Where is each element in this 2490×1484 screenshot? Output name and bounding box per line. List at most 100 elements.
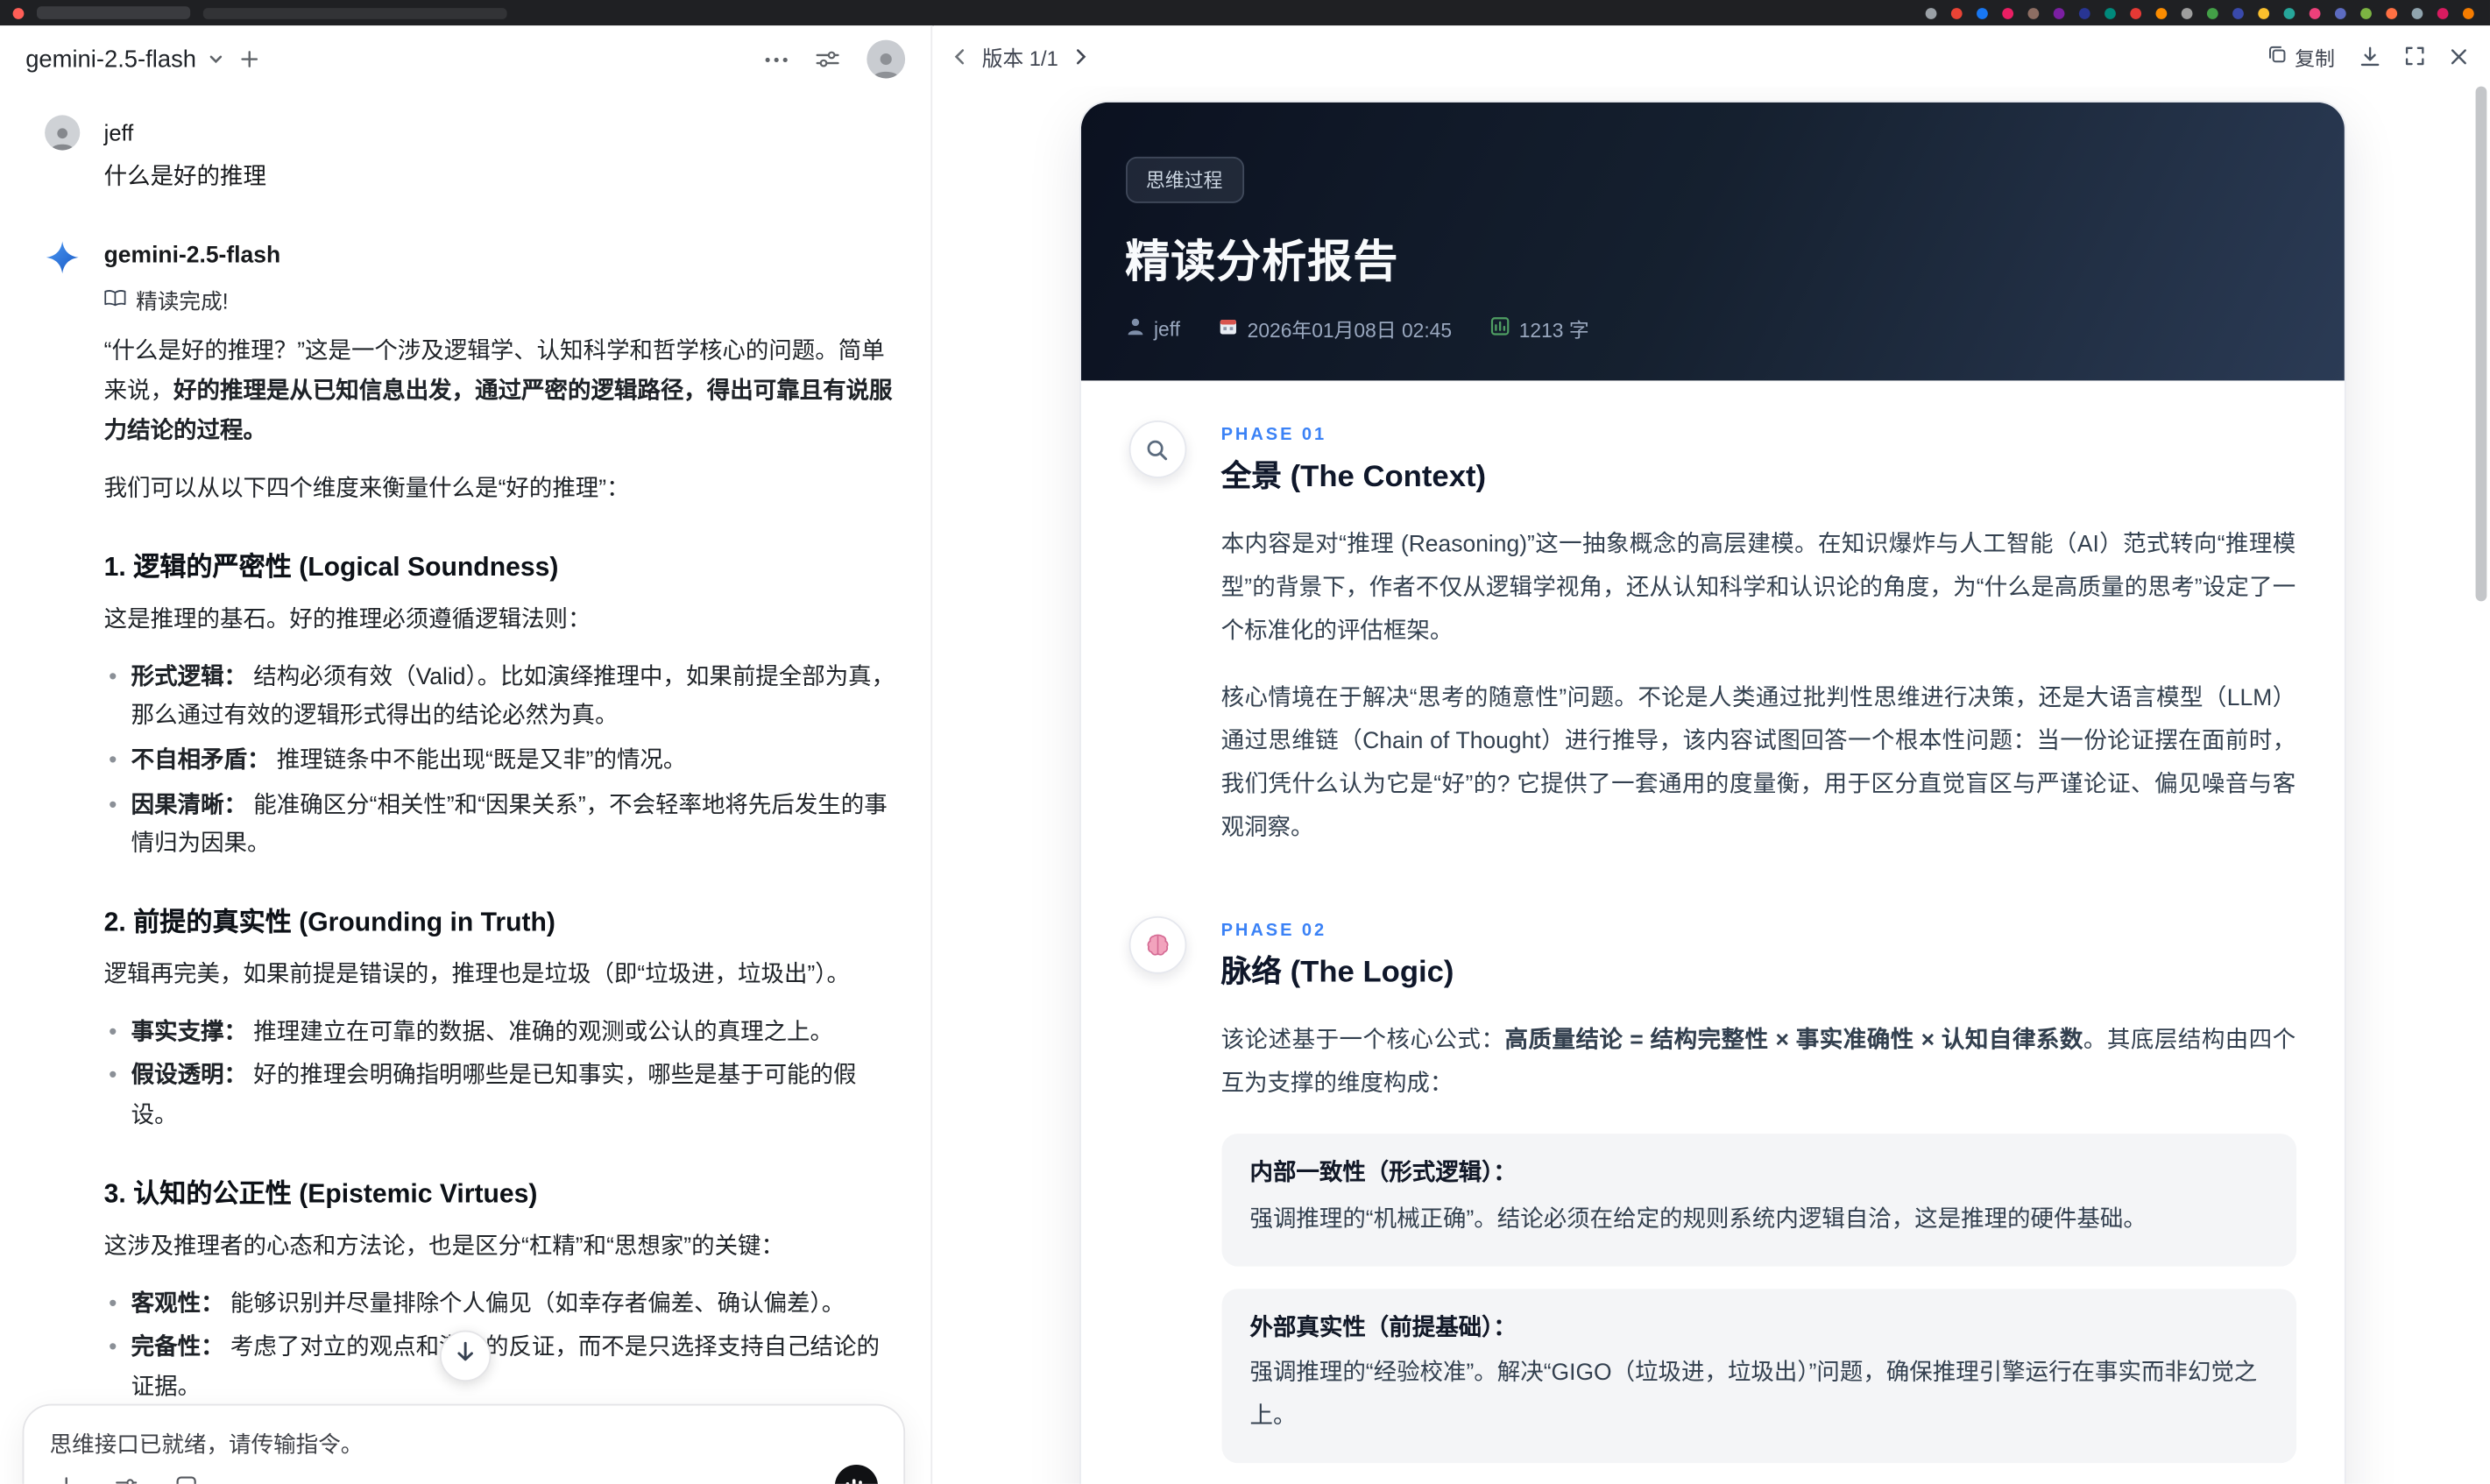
chevron-left-icon[interactable] [953, 47, 966, 65]
copy-label: 复制 [2295, 46, 2335, 70]
attach-plus-icon[interactable] [56, 1476, 77, 1484]
extension-icon[interactable] [2002, 7, 2014, 18]
phase-section: PHASE 02 脉络 (The Logic) 该论述基于一个核心公式：高质量结… [1128, 915, 2296, 1484]
formula-paragraph: 该论述基于一个核心公式：高质量结论 = 结构完整性 × 事实准确性 × 认知自律… [1221, 1020, 2296, 1106]
counter-icon [1490, 316, 1510, 340]
section-heading: 1. 逻辑的严密性 (Logical Soundness) [103, 553, 559, 582]
status-text: 精读完成! [136, 289, 229, 314]
extension-icon[interactable] [2232, 7, 2244, 18]
artifact-toolbar: 版本 1/1 复制 [934, 25, 2490, 86]
extension-icon[interactable] [1977, 7, 1988, 18]
status-line: 精读完成! [104, 283, 896, 315]
open-book-icon [104, 287, 127, 311]
extension-icon[interactable] [2360, 7, 2372, 18]
phase-section: PHASE 01 全景 (The Context) 本内容是对“推理 (Reas… [1128, 420, 2296, 851]
extension-icon[interactable] [2206, 7, 2218, 18]
card-text: 强调推理的“经验校准”。解决“GIGO（垃圾进，垃圾出）”问题，确保推理引擎运行… [1249, 1360, 2258, 1430]
extension-icon[interactable] [2130, 7, 2142, 18]
arrow-down-icon [456, 1341, 475, 1370]
bullet-term: 因果清晰： [131, 792, 248, 818]
formula-bold: 高质量结论 = 结构完整性 × 事实准确性 × 认知自律系数 [1504, 1028, 2083, 1054]
bullet-text: 考虑了对立的观点和潜在的反证，而不是只选择支持自己结论的证据。 [131, 1335, 880, 1401]
assistant-message: gemini-2.5-flash 精读完成! “什么是好的推理？”这是一个涉及逻… [45, 240, 902, 1484]
bullet-term: 完备性： [131, 1335, 224, 1361]
list-item: 事实支撑：推理建立在可靠的数据、准确的观测或公认的真理之上。 [104, 1014, 896, 1053]
bullet-text: 能够识别并尽量排除个人偏见（如幸存者偏差、确认偏差）。 [230, 1291, 845, 1318]
list-item: 不自相矛盾：推理链条中不能出现“既是又非”的情况。 [104, 742, 896, 781]
voice-mode-button[interactable] [834, 1464, 879, 1484]
message-text: 什么是好的推理 [103, 165, 266, 191]
chat-transcript: jeff 什么是好的推理 gemini-2.5-flash 精读完成! “什么是… [0, 99, 930, 1484]
more-options-icon[interactable] [764, 55, 788, 63]
window-scrollbar-thumb[interactable] [2475, 86, 2487, 602]
bullet-term: 客观性： [131, 1291, 224, 1318]
section-intro: 逻辑再完美，如果前提是错误的，推理也是垃圾（即“垃圾进，垃圾出”）。 [103, 962, 850, 988]
extension-icon[interactable] [2334, 7, 2346, 18]
copy-button[interactable]: 复制 [2267, 41, 2335, 72]
close-icon[interactable] [2450, 47, 2467, 65]
assistant-name: gemini-2.5-flash [103, 243, 281, 269]
message-author: jeff [103, 119, 134, 146]
extension-icon[interactable] [2437, 7, 2449, 18]
composer-toolbar [56, 1476, 197, 1484]
user-message: jeff 什么是好的推理 [45, 115, 902, 192]
extension-icon[interactable] [2053, 7, 2065, 18]
record-dot-icon [12, 7, 25, 18]
model-selector[interactable]: gemini-2.5-flash [25, 46, 223, 73]
extension-icon[interactable] [2258, 7, 2270, 18]
extension-icon[interactable] [2155, 7, 2168, 18]
extension-icon[interactable] [2386, 7, 2398, 18]
report-body: PHASE 01 全景 (The Context) 本内容是对“推理 (Reas… [1080, 380, 2344, 1483]
report-header: 思维过程 精读分析报告 jeff 2026年01月08日 02:45 1213 … [1079, 102, 2344, 381]
copy-icon [2267, 44, 2287, 67]
extension-icon[interactable] [2283, 7, 2295, 18]
prompt-input[interactable]: 思维接口已就绪，请传输指令。 [22, 1403, 906, 1484]
scroll-to-bottom-button[interactable] [439, 1330, 492, 1382]
artifact-panel: 版本 1/1 复制 思维过程 精读分析报告 jeff 2026年01月08日 0… [933, 25, 2490, 1484]
extension-icon[interactable] [2181, 7, 2193, 18]
model-name: gemini-2.5-flash [25, 46, 196, 74]
browser-bar [0, 0, 2490, 26]
canvas-icon[interactable] [176, 1476, 197, 1484]
chevron-down-icon [208, 46, 223, 73]
bullet-text: 推理建立在可靠的数据、准确的观测或公认的真理之上。 [253, 1020, 833, 1046]
magnifier-icon [1128, 420, 1186, 478]
extension-icon[interactable] [2462, 7, 2474, 18]
extension-icon[interactable] [2078, 7, 2090, 18]
phase-paragraph: 核心情境在于解决“思考的随意性”问题。不论是人类通过批判性思维进行决策，还是大语… [1220, 686, 2296, 841]
chevron-right-icon[interactable] [1074, 47, 1087, 65]
meta-date: 2026年01月08日 02:45 [1219, 314, 1452, 344]
waveform-icon [845, 1478, 868, 1484]
new-chat-button[interactable] [239, 50, 258, 69]
dimension-card: 内部一致性（形式逻辑）： 强调推理的“机械正确”。结论必须在给定的规则系统内逻辑… [1220, 1134, 2296, 1266]
fullscreen-icon[interactable] [2405, 46, 2424, 66]
address-bar[interactable] [202, 7, 507, 18]
extension-icon[interactable] [2309, 7, 2321, 18]
report-meta: jeff 2026年01月08日 02:45 1213 字 [1125, 314, 2299, 344]
bullet-term: 事实支撑： [131, 1020, 248, 1046]
settings-sliders-icon[interactable] [816, 50, 839, 69]
bullet-text: 推理链条中不能出现“既是又非”的情况。 [276, 748, 687, 774]
report-badge: 思维过程 [1125, 156, 1244, 203]
chat-header: gemini-2.5-flash [0, 25, 930, 93]
browser-tab[interactable] [36, 6, 191, 19]
meta-date-text: 2026年01月08日 02:45 [1247, 320, 1453, 343]
formula-pre: 该论述基于一个核心公式： [1220, 1028, 1505, 1054]
dimension-card: 外部真实性（前提基础）： 强调推理的“经验校准”。解决“GIGO（垃圾进，垃圾出… [1220, 1288, 2296, 1463]
extension-icon[interactable] [1950, 7, 1963, 18]
extension-icon[interactable] [2411, 7, 2423, 18]
bullet-term: 形式逻辑： [131, 664, 248, 690]
prompt-placeholder: 思维接口已就绪，请传输指令。 [49, 1431, 364, 1457]
extension-icon[interactable] [2104, 7, 2116, 18]
list-item: 形式逻辑：结构必须有效（Valid）。比如演绎推理中，如果前提全部为真，那么通过… [104, 658, 896, 737]
download-icon[interactable] [2360, 46, 2380, 67]
extension-icon[interactable] [2027, 7, 2040, 18]
card-title: 内部一致性（形式逻辑）： [1249, 1161, 1517, 1187]
calendar-icon [1219, 316, 1238, 340]
gemini-sparkle-icon [45, 240, 80, 275]
tools-icon[interactable] [115, 1477, 138, 1484]
extension-icon[interactable] [1925, 7, 1937, 18]
meta-author: jeff [1125, 316, 1180, 340]
card-title: 外部真实性（前提基础）： [1249, 1315, 1517, 1341]
account-avatar[interactable] [867, 39, 906, 79]
